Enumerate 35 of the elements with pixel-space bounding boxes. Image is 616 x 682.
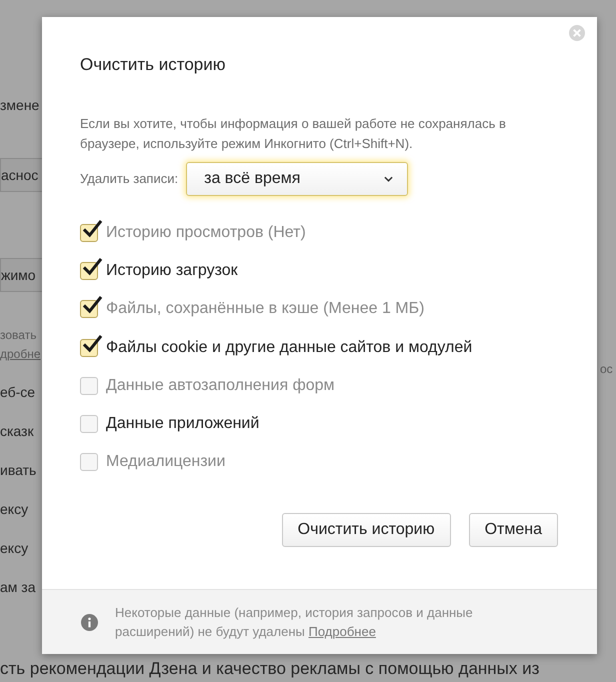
background-text: ам за bbox=[0, 578, 36, 597]
background-text: сть рекомендации Дзена и качество рекламы с помощью данных из bbox=[0, 658, 540, 680]
dialog-title: Очистить историю bbox=[80, 54, 226, 76]
background-text: ивать bbox=[0, 461, 36, 480]
background-text: ексу bbox=[0, 539, 28, 558]
info-icon bbox=[81, 614, 98, 630]
footer-note: Некоторые данные (например, история запросов и данные расширений) не будут удалены Подробнее bbox=[115, 604, 474, 641]
close-icon bbox=[573, 29, 581, 37]
checkmark-icon bbox=[82, 334, 103, 353]
background-text: сказк bbox=[0, 422, 34, 441]
checkbox[interactable] bbox=[80, 415, 98, 434]
checkmark-icon bbox=[82, 218, 103, 238]
checkbox-label: Медиалицензии bbox=[106, 452, 226, 472]
checkbox-label: Историю просмотров (Нет) bbox=[106, 222, 306, 243]
background-text: ексу bbox=[0, 500, 28, 519]
info-text: Если вы хотите, чтобы информация о вашей работе не сохранялась в браузере, используйте режим Инкогнито (Ctrl+Shift+N). bbox=[80, 114, 507, 153]
chevron-down-icon bbox=[384, 176, 394, 182]
checkbox-label: Данные автозаполнения форм bbox=[106, 376, 335, 396]
checkbox-label: Файлы, сохранённые в кэше (Менее 1 МБ) bbox=[106, 299, 424, 320]
checkbox-label: Данные приложений bbox=[106, 414, 260, 434]
background-text: змене bbox=[0, 96, 40, 115]
cancel-button[interactable]: Отмена bbox=[468, 512, 558, 547]
more-link[interactable]: Подробнее bbox=[308, 624, 376, 639]
background-text: еб-се bbox=[0, 383, 36, 402]
clear-history-button[interactable]: Очистить историю bbox=[282, 512, 451, 547]
background-text: ос bbox=[600, 361, 613, 378]
checkbox[interactable] bbox=[80, 376, 98, 395]
checkmark-icon bbox=[82, 295, 103, 314]
checkmark-icon bbox=[82, 256, 103, 276]
range-label: Удалить записи: bbox=[80, 170, 178, 188]
checkbox-label: Историю загрузок bbox=[106, 260, 238, 281]
range-dropdown[interactable]: за всё время bbox=[186, 162, 408, 196]
background-text: зовать bbox=[0, 326, 36, 344]
checkbox-label: Файлы cookie и другие данные сайтов и модулей bbox=[106, 338, 472, 358]
checkbox[interactable] bbox=[80, 453, 98, 472]
